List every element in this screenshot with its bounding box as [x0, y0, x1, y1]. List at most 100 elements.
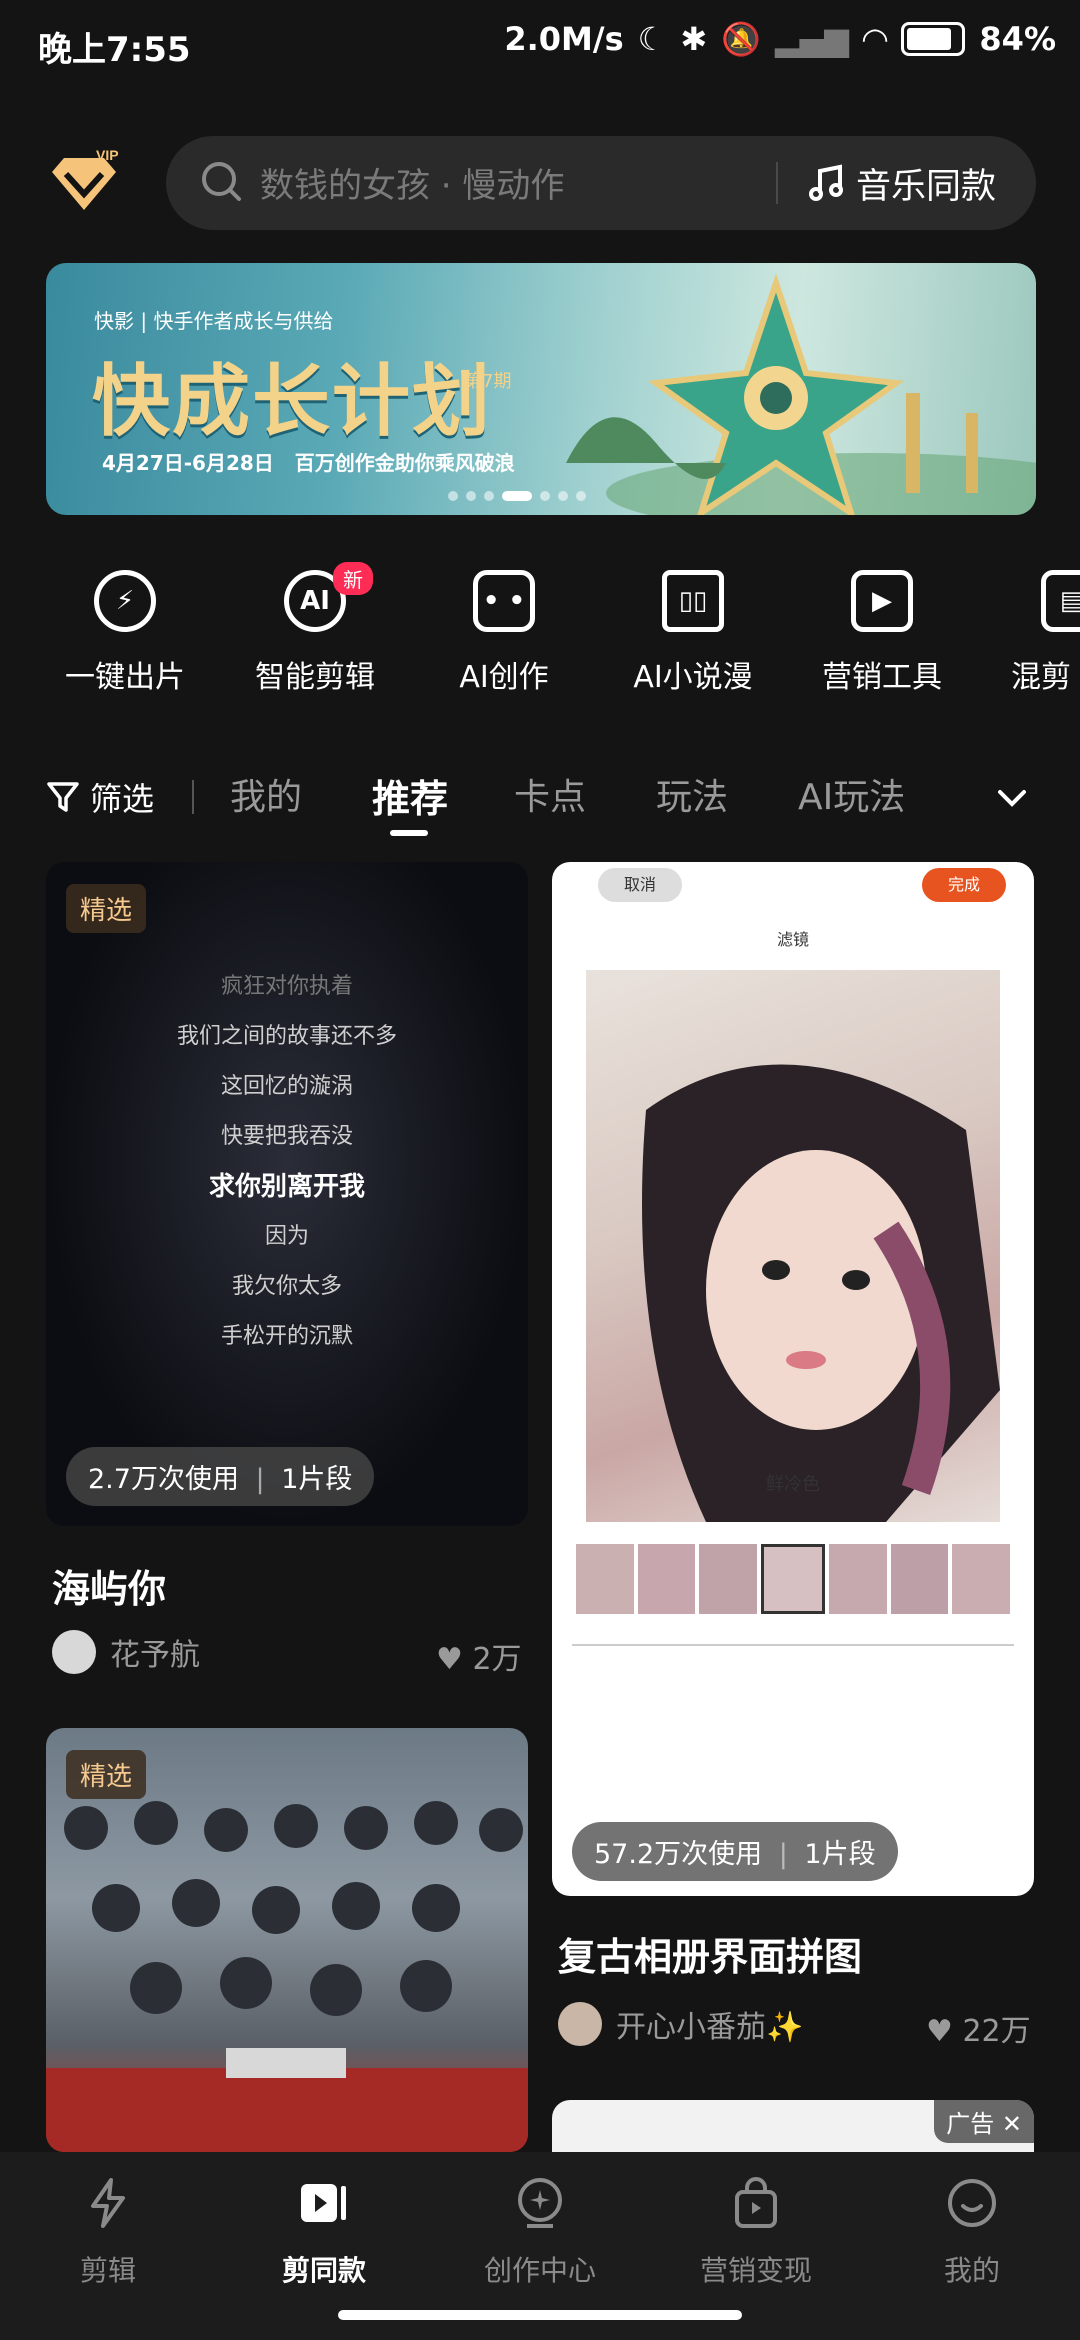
- shortcut-ai-novel[interactable]: ▯▯ AI小说漫: [603, 570, 783, 696]
- shortcut-smart-edit[interactable]: AI 新 智能剪辑: [225, 562, 405, 696]
- search-bar[interactable]: 数钱的女孩 · 慢动作 音乐同款: [166, 136, 1036, 230]
- edit-bolt-icon: [91, 2178, 125, 2228]
- ad-label: 广告: [946, 2110, 995, 2138]
- nav-marketing[interactable]: 营销变现: [656, 2176, 856, 2289]
- search-divider: [776, 162, 778, 204]
- banner-dot: [540, 491, 550, 501]
- tab-beat[interactable]: 卡点: [514, 768, 586, 820]
- segment-count: 1片段: [804, 1839, 876, 1870]
- filter-name: 鲜冷色: [766, 1474, 820, 1495]
- heart-icon: ♥: [926, 2014, 953, 2049]
- mute-bell-icon: 🔕: [721, 20, 761, 58]
- banner-pagination: [448, 491, 586, 501]
- lyric-line: 因为: [264, 1224, 309, 1249]
- nav-profile[interactable]: 我的: [872, 2176, 1072, 2289]
- tab-divider: [192, 780, 194, 814]
- lyrics-block: 疯狂对你执着 我们之间的故事还不多 这回忆的漩涡 快要把我吞没 求你别离开我 因…: [46, 962, 528, 1362]
- avatar: [52, 1630, 96, 1674]
- template-card-thumbnail[interactable]: 精选: [46, 1728, 528, 2152]
- like-count: 22万: [962, 2014, 1031, 2049]
- usage-count: 2.7万次使用: [88, 1464, 239, 1495]
- lightning-icon: ⚡: [94, 570, 156, 632]
- nav-templates[interactable]: 剪同款: [224, 2176, 424, 2289]
- moon-icon: ☾: [637, 20, 667, 58]
- filter-thumb: [828, 1544, 887, 1614]
- creator-icon: [518, 2178, 562, 2228]
- ad-badge[interactable]: 广告 ✕: [934, 2100, 1034, 2143]
- music-note-icon: [809, 164, 843, 201]
- template-play-icon: [301, 2184, 346, 2222]
- vip-label: VIP: [96, 148, 119, 163]
- banner-title: 快成长计划: [92, 357, 493, 447]
- card-likes[interactable]: ♥ 2万: [436, 1634, 522, 1678]
- banner-dot: [576, 491, 586, 501]
- battery-icon: [901, 22, 966, 56]
- card-title[interactable]: 海屿你: [52, 1558, 166, 1613]
- card-title[interactable]: 复古相册界面拼图: [558, 1926, 862, 1981]
- banner-slogan: 百万创作金助你乘风破浪: [294, 451, 515, 475]
- lyric-line: 求你别离开我: [208, 1172, 365, 1202]
- avatar: [558, 2002, 602, 2046]
- search-icon: [202, 162, 241, 201]
- banner-dot: [448, 491, 458, 501]
- close-icon[interactable]: ✕: [1002, 2110, 1022, 2138]
- filter-label: 筛选: [90, 780, 155, 818]
- like-count: 2万: [472, 1642, 522, 1677]
- active-tab-indicator: [390, 830, 428, 836]
- featured-badge: 精选: [66, 1750, 147, 1799]
- chevron-down-icon[interactable]: [992, 778, 1032, 818]
- battery-percent: 84%: [979, 20, 1056, 58]
- home-indicator[interactable]: [338, 2310, 742, 2320]
- segment-count: 1片段: [281, 1464, 353, 1495]
- nav-label: 剪同款: [281, 2254, 366, 2287]
- filter-icon: [47, 782, 79, 812]
- nav-creator-center[interactable]: 创作中心: [440, 2176, 640, 2289]
- status-bar: 晚上7:55 2.0M/s ☾ ✱ 🔕 ▂▄▆ ◠ 84%: [0, 0, 1080, 92]
- filter-thumb: [952, 1544, 1011, 1614]
- banner-illustration: [566, 273, 1036, 515]
- promo-banner[interactable]: 快影 | 快手作者成长与供给 快成长计划 第7期 4月27日-6月28日 百万创…: [46, 263, 1036, 515]
- card-author[interactable]: 开心小番茄✨: [558, 2002, 803, 2046]
- nav-label: 营销变现: [699, 2254, 812, 2287]
- book-icon: ▯▯: [662, 570, 724, 632]
- filter-button[interactable]: 筛选: [46, 774, 154, 820]
- vip-icon[interactable]: VIP: [44, 148, 124, 218]
- nav-label: 剪辑: [79, 2254, 136, 2287]
- preview-filter-title: 滤镜: [776, 930, 809, 949]
- tab-mine[interactable]: 我的: [230, 768, 302, 820]
- nav-edit[interactable]: 剪辑: [8, 2176, 208, 2289]
- shortcut-marketing[interactable]: ▶ 营销工具: [792, 570, 972, 696]
- banner-dot: [558, 491, 568, 501]
- wifi-icon: ◠: [862, 20, 888, 58]
- card-likes[interactable]: ♥ 22万: [926, 2006, 1031, 2050]
- shortcut-label: AI创作: [459, 660, 549, 695]
- shortcut-one-click[interactable]: ⚡ 一键出片: [35, 570, 215, 696]
- card-author[interactable]: 花予航: [52, 1630, 200, 1674]
- clapper-icon: ▤: [1041, 570, 1080, 632]
- portrait-drawing: [642, 1064, 1000, 1522]
- tab-recommended[interactable]: 推荐: [372, 768, 448, 823]
- usage-pill: 2.7万次使用 | 1片段: [66, 1447, 375, 1506]
- portrait-image: 鲜冷色: [586, 970, 1000, 1522]
- banner-dot: [466, 491, 476, 501]
- shortcut-label: AI小说漫: [633, 660, 753, 695]
- filter-thumb: [637, 1544, 696, 1614]
- new-badge: 新: [333, 562, 373, 595]
- usage-pill: 57.2万次使用 | 1片段: [572, 1822, 898, 1881]
- ad-card-thumbnail[interactable]: 广告 ✕: [552, 2100, 1034, 2152]
- template-card-thumbnail[interactable]: 精选 疯狂对你执着 我们之间的故事还不多 这回忆的漩涡 快要把我吞没 求你别离开…: [46, 862, 528, 1526]
- filter-thumb-selected: [761, 1544, 825, 1614]
- search-input[interactable]: 数钱的女孩 · 慢动作: [260, 158, 564, 207]
- template-card-thumbnail[interactable]: 取消 完成 滤镜 鲜冷色 57.2万次使用 | 1片段: [552, 862, 1034, 1896]
- preview-cancel: 取消: [598, 868, 682, 902]
- shortcut-ai-create[interactable]: • • AI创作: [414, 570, 594, 696]
- shortcut-label: 混剪: [1011, 660, 1071, 695]
- tab-ai-gameplay[interactable]: AI玩法: [798, 768, 905, 820]
- music-same-button[interactable]: 音乐同款: [806, 150, 996, 216]
- filter-slider: [572, 1644, 1014, 1646]
- tab-gameplay[interactable]: 玩法: [656, 768, 728, 820]
- shortcut-label: 智能剪辑: [255, 660, 375, 695]
- shortcut-mix-edit[interactable]: ▤ 混剪: [985, 570, 1080, 696]
- lyric-line: 我欠你太多: [231, 1274, 342, 1299]
- banner-date: 4月27日-6月28日: [102, 451, 274, 475]
